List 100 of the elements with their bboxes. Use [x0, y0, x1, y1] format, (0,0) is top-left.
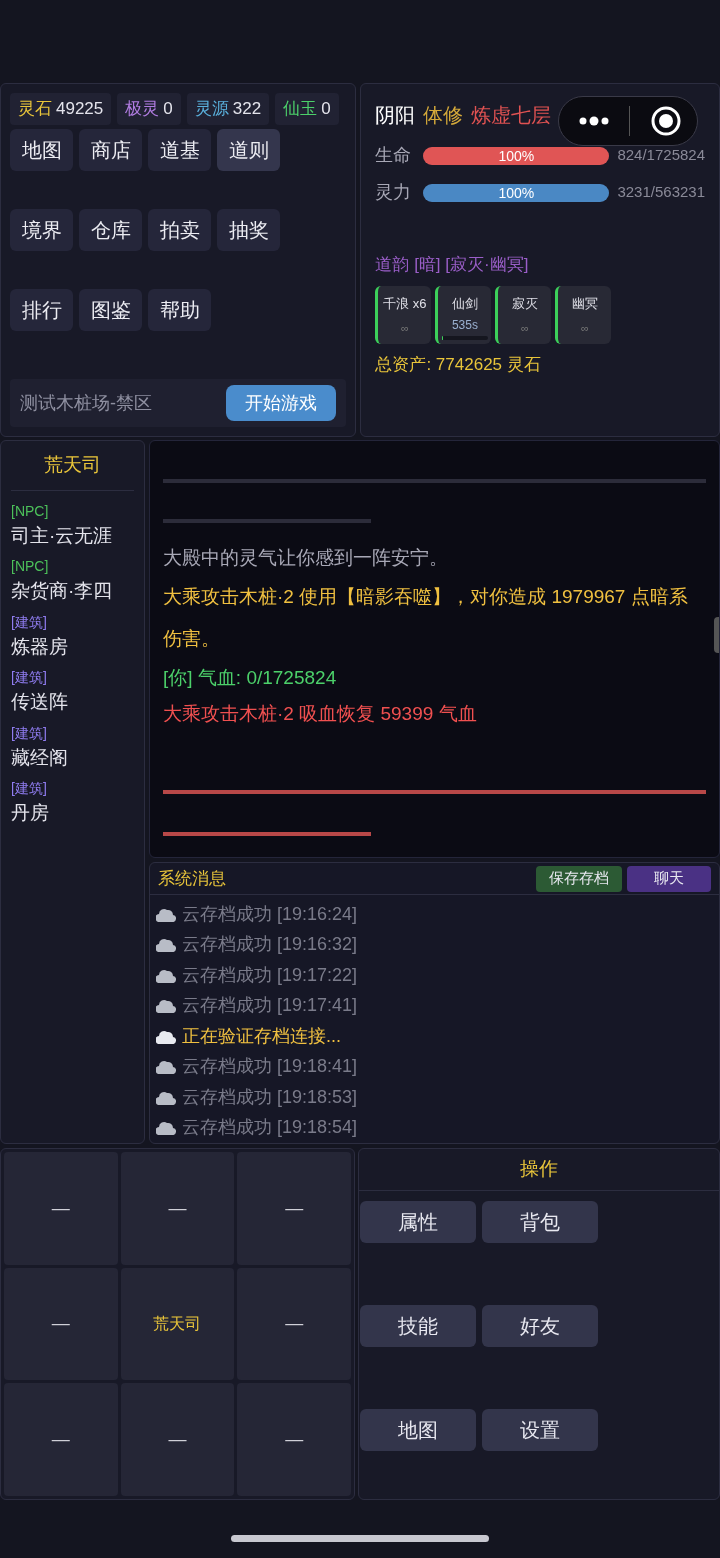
sidebar-item[interactable]: [建筑] 藏经阁 — [11, 722, 134, 772]
buff-duration: ∞ — [401, 321, 409, 336]
realm-label: 炼虚七层 — [471, 103, 552, 128]
panel-title: 操作 — [359, 1149, 719, 1191]
buff-duration: ∞ — [581, 321, 589, 336]
map-cell[interactable]: — — [4, 1152, 118, 1265]
system-message: 正在验证存档连接... — [182, 1024, 341, 1048]
cloud-icon — [156, 998, 176, 1014]
nav-button[interactable]: 帮助 — [148, 289, 211, 331]
item-name: 司主·云无涯 — [11, 523, 114, 548]
buff-name: 寂灭 — [511, 294, 538, 313]
item-tag: [建筑] — [11, 778, 134, 799]
map-cell[interactable]: — — [120, 1383, 235, 1496]
log-message: [你] 气血: 0/1725824 — [163, 666, 338, 690]
cloud-icon — [156, 1089, 176, 1105]
nav-button[interactable]: 图鉴 — [79, 289, 142, 331]
sidebar-item[interactable]: [建筑] 炼器房 — [11, 611, 134, 661]
currency-value: 0 — [163, 98, 173, 121]
currency-value: 0 — [321, 98, 331, 121]
item-name: 杂货商·李四 — [11, 579, 114, 603]
currency-label: 灵石 — [18, 98, 52, 121]
cloud-icon — [156, 1120, 176, 1136]
sidebar-item[interactable]: [建筑] 传送阵 — [11, 667, 134, 717]
action-button[interactable]: 背包 — [482, 1200, 598, 1243]
item-name: 藏经阁 — [11, 745, 69, 770]
item-name: 传送阵 — [11, 690, 69, 714]
action-button[interactable]: 设置 — [482, 1408, 598, 1451]
stat-percent: 100% — [497, 183, 536, 202]
item-tag: [建筑] — [11, 722, 134, 744]
scrollbar-thumb[interactable] — [714, 617, 719, 653]
system-message: 云存档成功 [19:18:41] — [182, 1055, 358, 1079]
action-button[interactable]: 地图 — [360, 1408, 476, 1451]
nav-button[interactable]: 拍卖 — [148, 209, 211, 251]
system-message: 云存档成功 [19:17:41] — [182, 994, 358, 1018]
cloud-icon — [156, 1028, 176, 1044]
system-message: 云存档成功 [19:18:54] — [182, 1116, 358, 1140]
more-icon[interactable] — [579, 116, 609, 126]
map-cell[interactable]: 荒天司 — [120, 1267, 235, 1381]
item-tag: [建筑] — [11, 611, 134, 633]
map-cell[interactable]: — — [4, 1267, 118, 1381]
log-message: 大殿中的灵气让你感到一阵安宁。 — [163, 546, 449, 570]
item-tag: [NPC] — [11, 556, 134, 577]
map-cell[interactable]: — — [237, 1152, 351, 1265]
action-button[interactable]: 技能 — [360, 1304, 476, 1347]
item-name: 丹房 — [11, 801, 50, 825]
panel-title: 系统消息 — [158, 867, 226, 890]
currency-label: 仙玉 — [283, 98, 318, 121]
nav-button[interactable]: 道基 — [148, 129, 211, 171]
nav-button[interactable]: 抽奖 — [217, 209, 280, 251]
cloud-icon — [156, 906, 176, 922]
system-message: 云存档成功 [19:17:22] — [182, 963, 358, 987]
buff-name: 千浪 x6 — [383, 294, 427, 313]
log-message: 大乘攻击木桩·2 使用【暗影吞噬】，对你造成 1979967 点暗系伤害。 — [163, 585, 689, 651]
area-title: 荒天司 — [11, 441, 134, 491]
nav-button[interactable]: 境界 — [10, 209, 73, 251]
buff-duration: ∞ — [521, 321, 529, 336]
stat-percent: 100% — [497, 146, 536, 165]
system-message: 云存档成功 [19:16:32] — [182, 933, 358, 957]
location-label: 测试木桩场-禁区 — [20, 391, 152, 415]
cloud-icon — [156, 937, 176, 953]
currency-label: 极灵 — [125, 98, 160, 121]
total-assets: 总资产: 7742625 灵石 — [375, 353, 542, 376]
buff-name: 幽冥 — [571, 294, 598, 313]
stat-label: 生命 — [375, 144, 413, 167]
buff-name: 仙剑 — [451, 294, 478, 313]
action-button[interactable]: 属性 — [360, 1200, 476, 1243]
item-tag: [建筑] — [11, 667, 134, 688]
stat-label: 灵力 — [375, 181, 413, 204]
cloud-icon — [156, 967, 176, 983]
map-cell[interactable]: — — [237, 1267, 351, 1381]
item-tag: [NPC] — [11, 500, 134, 522]
dao-yun-label: 道韵 [暗] [寂灭·幽冥] — [375, 254, 530, 276]
cloud-icon — [156, 1059, 176, 1075]
currency-value: 49225 — [56, 98, 104, 121]
sidebar-item[interactable]: [NPC] 杂货商·李四 — [11, 556, 134, 606]
map-cell[interactable]: — — [120, 1152, 235, 1265]
currency-value: 322 — [232, 98, 262, 121]
system-message: 云存档成功 [19:16:24] — [182, 902, 358, 926]
currency-label: 灵源 — [194, 98, 229, 121]
start-game-button[interactable]: 开始游戏 — [226, 385, 337, 421]
stat-reading: 3231/563231 — [617, 182, 705, 203]
stat-reading: 824/1725824 — [617, 145, 705, 166]
sidebar-item[interactable]: [建筑] 丹房 — [11, 778, 134, 828]
nav-button[interactable]: 排行 — [10, 289, 73, 331]
chat-button[interactable]: 聊天 — [627, 865, 711, 892]
cultivation-path: 体修 — [423, 103, 464, 128]
item-name: 炼器房 — [11, 634, 69, 659]
nav-button[interactable]: 仓库 — [79, 209, 142, 251]
buff-duration: 535s — [451, 317, 478, 334]
sidebar-item[interactable]: [NPC] 司主·云无涯 — [11, 500, 134, 550]
action-button[interactable]: 好友 — [482, 1304, 598, 1347]
nav-button[interactable]: 道则 — [217, 129, 280, 171]
save-button[interactable]: 保存存档 — [536, 865, 622, 892]
system-message: 云存档成功 [19:18:53] — [182, 1085, 358, 1109]
map-cell[interactable]: — — [4, 1383, 118, 1496]
nav-button[interactable]: 商店 — [79, 129, 142, 171]
close-icon[interactable] — [650, 105, 682, 137]
log-message: 大乘攻击木桩·2 吸血恢复 59399 气血 — [163, 702, 478, 726]
map-cell[interactable]: — — [237, 1383, 351, 1496]
nav-button[interactable]: 地图 — [10, 129, 73, 171]
